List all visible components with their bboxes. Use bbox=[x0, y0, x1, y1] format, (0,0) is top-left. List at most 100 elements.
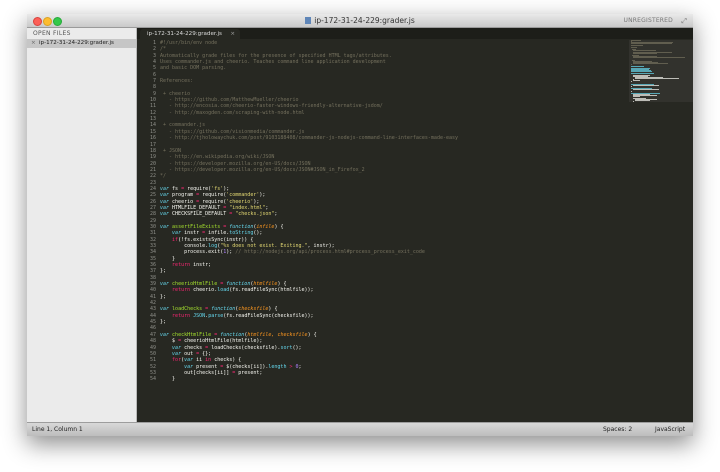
code-token: function bbox=[229, 223, 254, 230]
code-token: var bbox=[160, 211, 170, 218]
minimap-line bbox=[633, 84, 660, 86]
code-token: + JSON bbox=[160, 147, 182, 154]
code-token: var bbox=[172, 230, 182, 237]
code-token: length bbox=[268, 363, 287, 370]
code-token: var bbox=[160, 223, 170, 230]
code-token: var bbox=[160, 204, 170, 211]
code-token: $(checks[ii]). bbox=[223, 363, 269, 370]
code-token: ; bbox=[274, 211, 278, 218]
code-token: return bbox=[172, 262, 191, 269]
status-bar: Line 1, Column 1 Spaces: 2 JavaScript bbox=[27, 422, 693, 436]
code-token: - https://developer.mozilla.org/en-US/do… bbox=[160, 160, 311, 167]
title-bar[interactable]: ip-172-31-24-229:grader.js UNREGISTERED … bbox=[27, 14, 693, 28]
code-token: }; bbox=[160, 293, 167, 300]
code-token: ) { bbox=[268, 306, 278, 313]
code-token: instr bbox=[181, 230, 203, 237]
code-token: out[checks[ii]] bbox=[160, 369, 233, 376]
line-number-gutter: 1 2 3 4 5 6 7 8 9 10 11 12 13 14 15 16 17 18 19 20 21 22 23 24 2… bbox=[137, 40, 156, 383]
code-token: var bbox=[184, 363, 194, 370]
code-token: {}; bbox=[199, 350, 212, 357]
code-token: - http://en.wikipedia.org/wiki/JSON bbox=[160, 154, 275, 161]
license-status: UNREGISTERED bbox=[623, 17, 673, 24]
code-token: Uses commander.js and cheerio. Teaches c… bbox=[160, 59, 386, 66]
code-token: checkHtmlFile bbox=[172, 331, 212, 338]
code-token: ); bbox=[259, 192, 266, 199]
minimap-line bbox=[632, 57, 686, 59]
code-token: var bbox=[160, 192, 170, 199]
code-token: loadChecks bbox=[172, 306, 203, 313]
minimap[interactable] bbox=[629, 40, 693, 422]
code-token: infile. bbox=[205, 230, 230, 237]
code-token: #!/usr/bin/env node bbox=[160, 40, 218, 46]
minimap-line bbox=[631, 90, 633, 92]
code-token: JSON bbox=[193, 312, 206, 319]
minimap-line bbox=[631, 86, 633, 87]
code-token: program bbox=[169, 192, 197, 199]
minimap-line bbox=[631, 64, 633, 66]
code-token: $ bbox=[160, 338, 179, 345]
close-file-icon[interactable]: × bbox=[31, 39, 36, 48]
code-token: ); bbox=[226, 249, 236, 256]
code-token: - https://github.com/MatthewMueller/chee… bbox=[160, 97, 299, 104]
code-token: ); bbox=[223, 185, 230, 192]
code-token: "index.html" bbox=[229, 204, 266, 211]
line-number: 54 bbox=[149, 376, 156, 383]
code-token: 'commander' bbox=[226, 192, 260, 199]
code-token: checksfile bbox=[238, 306, 269, 313]
code-token: var bbox=[160, 306, 170, 313]
code-token: load bbox=[217, 287, 230, 294]
minimap-line bbox=[631, 40, 642, 41]
code-token: ; bbox=[265, 204, 269, 211]
code-token: process.exit( bbox=[160, 249, 224, 256]
code-token: "%s does not exist. Exiting." bbox=[220, 243, 308, 249]
code-token: - https://developer.mozilla.org/en-US/do… bbox=[160, 166, 365, 173]
code-token: "checks.json" bbox=[235, 211, 275, 218]
code-token: var bbox=[172, 344, 182, 351]
code-token: require( bbox=[184, 185, 212, 192]
tab-bar: ip-172-31-24-229:grader.js × bbox=[137, 28, 693, 39]
code-token: console. bbox=[160, 243, 209, 249]
open-file-item[interactable]: × ip-172-31-24-229:grader.js bbox=[27, 39, 136, 48]
code-token: toString bbox=[229, 230, 254, 237]
fullscreen-icon[interactable]: ⤢ bbox=[681, 17, 687, 26]
code-token: (); bbox=[253, 230, 263, 237]
code-token: present; bbox=[235, 369, 263, 376]
code-token: CHECKSFILE_DEFAULT bbox=[169, 211, 230, 218]
code-area[interactable]: #!/usr/bin/env node/* Automatically grade… bbox=[160, 40, 625, 383]
code-token: References: bbox=[160, 78, 194, 85]
code-token: ) { bbox=[274, 223, 284, 230]
code-token: (); bbox=[292, 344, 302, 351]
code-token: return bbox=[172, 312, 191, 319]
code-token: /* bbox=[160, 46, 167, 53]
code-token: function bbox=[220, 331, 245, 338]
code-token: ) { bbox=[277, 281, 287, 288]
code-token: (fs.readFileSync(htmlfile)); bbox=[229, 287, 314, 294]
code-token: ii bbox=[193, 357, 206, 364]
minimap-line bbox=[635, 99, 650, 101]
code-token: + commander.js bbox=[160, 122, 206, 129]
tab-close-icon[interactable]: × bbox=[230, 29, 235, 39]
code-token: present bbox=[193, 363, 221, 370]
minimap-line bbox=[631, 71, 653, 73]
code-token: for bbox=[172, 357, 182, 364]
code-token: checks bbox=[181, 344, 206, 351]
code-token: htmlfile, checksfile bbox=[247, 331, 308, 338]
code-token: var bbox=[160, 331, 170, 338]
document-icon bbox=[305, 17, 312, 24]
indentation-setting[interactable]: Spaces: 2 bbox=[603, 423, 632, 436]
window-title: ip-172-31-24-229:grader.js bbox=[27, 16, 693, 25]
code-token: - http://encosia.com/cheerio-faster-wind… bbox=[160, 103, 383, 110]
code-token: checks) { bbox=[211, 357, 242, 364]
minimap-line bbox=[632, 63, 669, 64]
cursor-position: Line 1, Column 1 bbox=[32, 426, 83, 433]
syntax-selector[interactable]: JavaScript bbox=[655, 423, 685, 436]
code-token: , instr); bbox=[307, 243, 335, 249]
tab-grader-js[interactable]: ip-172-31-24-229:grader.js × bbox=[140, 29, 240, 39]
